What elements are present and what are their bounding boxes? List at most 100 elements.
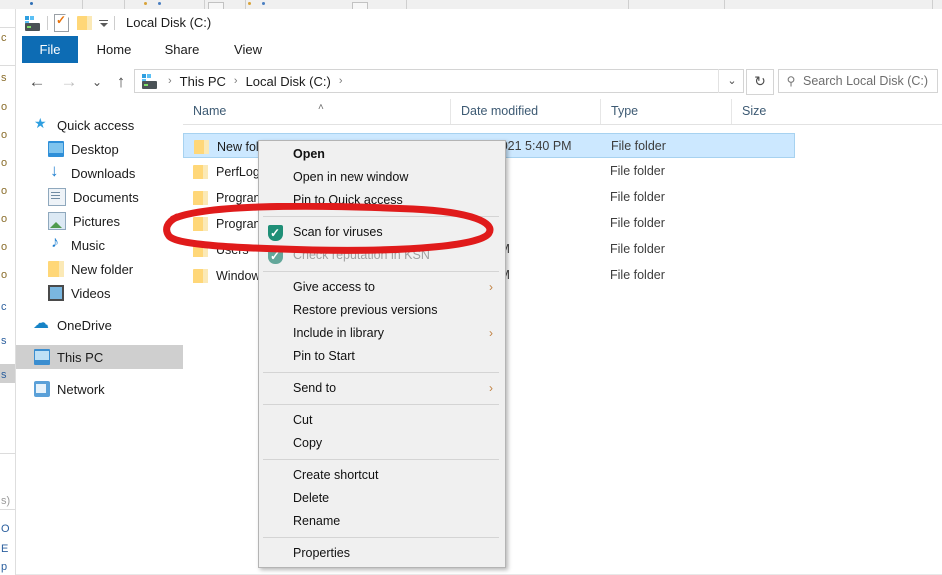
- path-dropdown-icon[interactable]: ⌄: [718, 69, 745, 93]
- this-pc-icon: [141, 74, 158, 89]
- sidebar-item-network[interactable]: Network: [16, 377, 201, 401]
- customize-caret-icon[interactable]: [100, 23, 108, 27]
- file-name-label: Users: [216, 243, 249, 257]
- file-type-cell: File folder: [610, 237, 665, 262]
- divider: [114, 16, 115, 30]
- file-type-cell: File folder: [610, 263, 665, 288]
- search-input[interactable]: ⚲ Search Local Disk (C:): [778, 69, 938, 93]
- forward-icon[interactable]: →: [58, 71, 80, 93]
- file-name-cell: Users: [193, 237, 249, 262]
- search-icon: ⚲: [779, 74, 803, 88]
- address-bar: ← → ⌄ ↑ › This PC › Local Disk (C:) › ⌄ …: [16, 63, 942, 100]
- window-title: Local Disk (C:): [126, 14, 211, 32]
- sidebar-item-label: Desktop: [71, 142, 119, 157]
- sidebar-item-label: Network: [57, 382, 105, 397]
- menu-item-send-to[interactable]: Send to ›: [259, 377, 505, 400]
- menu-item-copy[interactable]: Copy: [259, 432, 505, 455]
- folder-icon: [193, 165, 208, 179]
- menu-separator: [263, 537, 499, 538]
- breadcrumb-item-this-pc[interactable]: This PC: [178, 74, 228, 89]
- menu-item-scan-for-viruses[interactable]: Scan for viruses: [259, 221, 505, 244]
- tab-share[interactable]: Share: [154, 36, 210, 63]
- sidebar-item-label: Documents: [73, 190, 139, 205]
- desktop-icon: [48, 141, 64, 157]
- downloads-icon: [48, 165, 64, 181]
- tab-view[interactable]: View: [224, 36, 272, 63]
- folder-icon: [193, 269, 208, 283]
- menu-item-check-reputation-in-ksn: Check reputation in KSN: [259, 244, 505, 267]
- menu-item-label: Check reputation in KSN: [293, 248, 430, 262]
- properties-icon[interactable]: [54, 14, 69, 32]
- menu-item-restore-previous-versions[interactable]: Restore previous versions: [259, 299, 505, 322]
- sidebar-item-label: OneDrive: [57, 318, 112, 333]
- breadcrumb-item-local-disk[interactable]: Local Disk (C:): [244, 74, 333, 89]
- quick-access-toolbar: [24, 13, 121, 33]
- breadcrumb-separator: ›: [228, 75, 244, 87]
- this-pc-icon[interactable]: [24, 16, 41, 31]
- menu-item-cut[interactable]: Cut: [259, 409, 505, 432]
- menu-item-pin-to-start[interactable]: Pin to Start: [259, 345, 505, 368]
- folder-icon: [48, 261, 64, 277]
- column-headers: Name ˄ Date modified Type Size: [183, 99, 942, 125]
- sidebar-item-label: Downloads: [71, 166, 135, 181]
- column-header-type[interactable]: Type: [600, 99, 731, 124]
- menu-item-label: Send to: [293, 381, 336, 395]
- sort-ascending-icon: ˄: [318, 102, 324, 113]
- chevron-right-icon: ›: [489, 377, 493, 400]
- folder-icon: [193, 191, 208, 205]
- shield-check-icon: [268, 225, 283, 241]
- tab-home[interactable]: Home: [86, 36, 142, 63]
- onedrive-icon: [34, 317, 50, 333]
- menu-item-include-in-library[interactable]: Include in library ›: [259, 322, 505, 345]
- menu-item-properties[interactable]: Properties: [259, 542, 505, 565]
- sidebar-item-label: Music: [71, 238, 105, 253]
- tab-file[interactable]: File: [22, 36, 78, 63]
- sidebar-item-quick-access[interactable]: Quick access: [16, 113, 201, 137]
- menu-item-open-in-new-window[interactable]: Open in new window: [259, 166, 505, 189]
- menu-item-label: Include in library: [293, 326, 384, 340]
- up-icon[interactable]: ↑: [110, 71, 132, 93]
- chevron-right-icon: ›: [489, 276, 493, 299]
- menu-item-create-shortcut[interactable]: Create shortcut: [259, 464, 505, 487]
- breadcrumb-separator: ›: [162, 75, 178, 87]
- sidebar-item-label: Pictures: [73, 214, 120, 229]
- menu-separator: [263, 271, 499, 272]
- menu-item-pin-to-quick-access[interactable]: Pin to Quick access: [259, 189, 505, 212]
- sidebar-item-this-pc[interactable]: This PC: [16, 345, 201, 369]
- network-icon: [34, 381, 50, 397]
- file-type-cell: File folder: [610, 185, 665, 210]
- search-placeholder: Search Local Disk (C:): [803, 74, 928, 88]
- shield-check-icon: [268, 248, 283, 264]
- chevron-right-icon: ›: [489, 322, 493, 345]
- folder-icon: [193, 217, 208, 231]
- folder-icon: [193, 243, 208, 257]
- folder-icon: [194, 140, 209, 154]
- refresh-icon[interactable]: ↻: [746, 69, 774, 95]
- menu-item-rename[interactable]: Rename: [259, 510, 505, 533]
- file-type-cell: File folder: [611, 134, 666, 159]
- file-type-cell: File folder: [610, 159, 665, 184]
- file-name-cell: PerfLogs: [193, 159, 266, 184]
- sidebar-item-label: New folder: [71, 262, 133, 277]
- screen: c s o o o o o o o c s s s) O E p: [0, 0, 942, 575]
- videos-icon: [48, 285, 64, 301]
- sidebar-item-onedrive[interactable]: OneDrive: [16, 313, 201, 337]
- column-header-date-modified[interactable]: Date modified: [450, 99, 600, 124]
- menu-item-give-access-to[interactable]: Give access to ›: [259, 276, 505, 299]
- context-menu: Open Open in new window Pin to Quick acc…: [258, 140, 506, 568]
- menu-item-label: Scan for viruses: [293, 225, 383, 239]
- menu-item-delete[interactable]: Delete: [259, 487, 505, 510]
- menu-item-open[interactable]: Open: [259, 143, 505, 166]
- breadcrumb[interactable]: › This PC › Local Disk (C:) ›: [134, 69, 744, 93]
- column-header-name[interactable]: Name: [183, 99, 450, 124]
- navigation-pane: Quick access Desktop 📌 Downloads 📌 Docum…: [16, 99, 184, 575]
- recent-locations-icon[interactable]: ⌄: [86, 71, 108, 93]
- menu-item-label: Give access to: [293, 280, 375, 294]
- pictures-icon: [48, 212, 66, 230]
- ribbon-tabs: File Home Share View: [16, 36, 942, 64]
- breadcrumb-separator: ›: [333, 75, 349, 87]
- column-header-size[interactable]: Size: [731, 99, 815, 124]
- new-folder-icon[interactable]: [77, 16, 92, 30]
- sidebar-item-label: This PC: [57, 350, 103, 365]
- back-icon[interactable]: ←: [26, 71, 48, 93]
